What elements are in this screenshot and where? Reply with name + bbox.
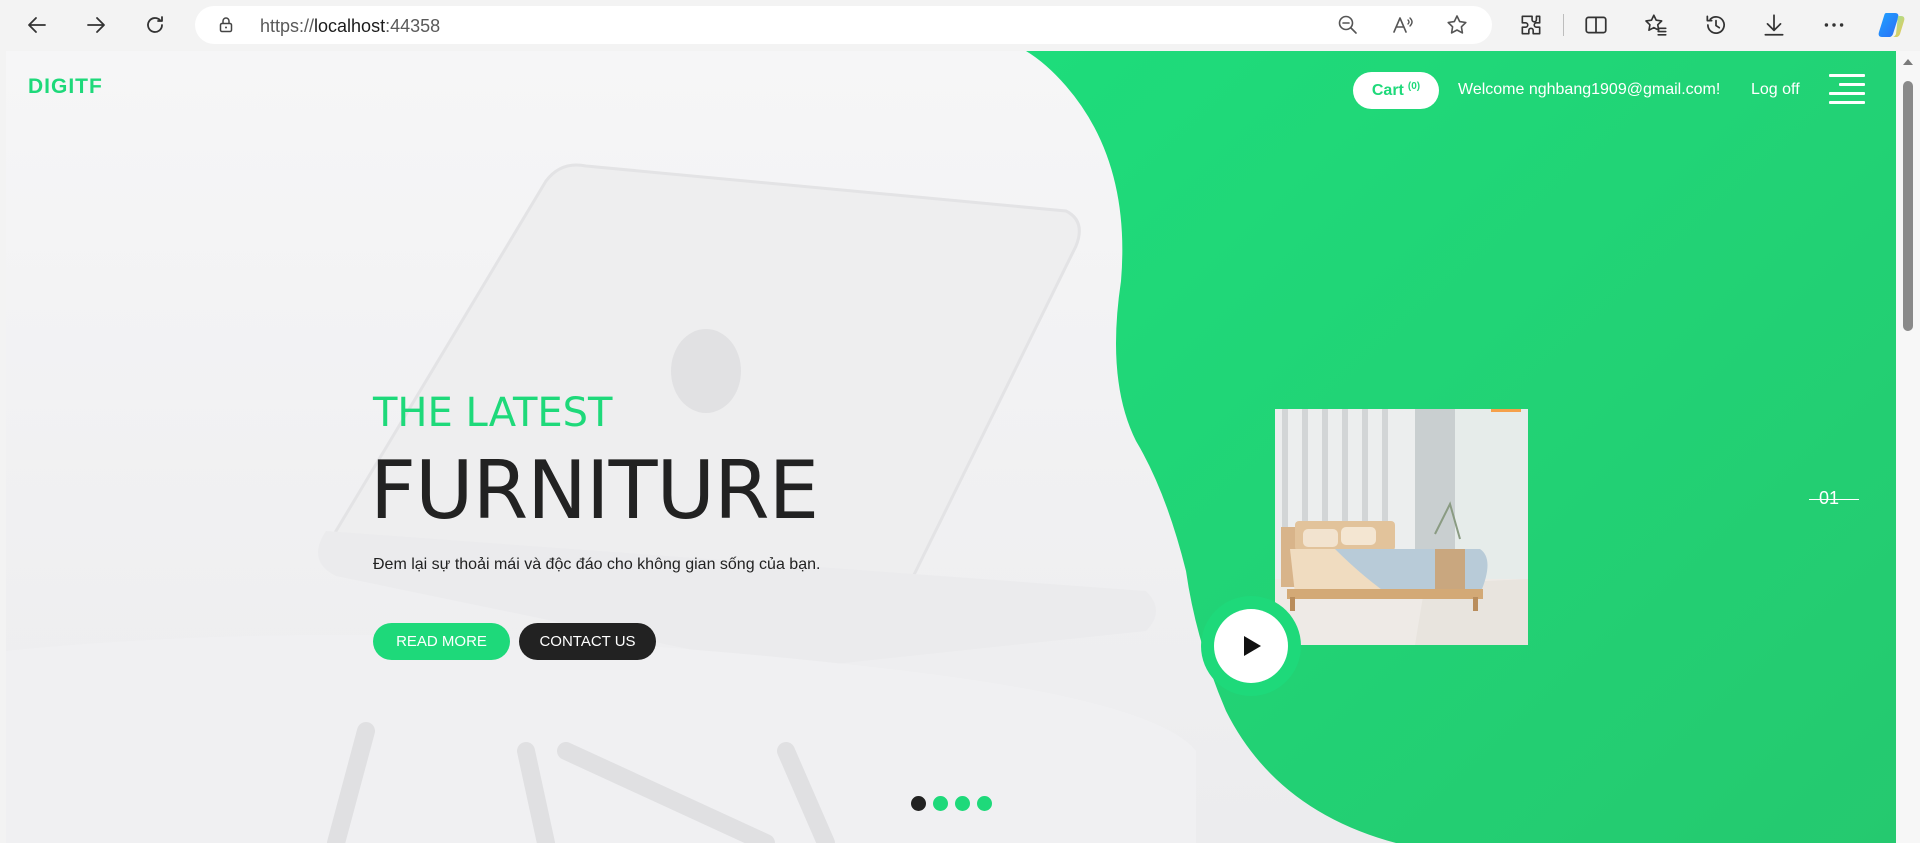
scrollbar-thumb[interactable] [1903, 81, 1913, 331]
cart-count: (0) [1407, 81, 1421, 92]
cart-button[interactable]: Cart (0) [1353, 72, 1439, 109]
welcome-user-link[interactable]: Welcome nghbang1909@gmail.com! [1458, 81, 1720, 99]
hero-title: FURNITURE [370, 444, 819, 537]
slide-number: 01 [1809, 488, 1859, 509]
cart-label: Cart [1371, 81, 1404, 99]
downloads-icon[interactable] [1761, 12, 1787, 38]
extensions-icon[interactable] [1518, 12, 1544, 38]
back-icon[interactable] [19, 8, 55, 42]
carousel-indicators [911, 796, 992, 811]
product-bed-image[interactable] [1275, 409, 1528, 645]
read-more-button[interactable]: READ MORE [373, 623, 510, 660]
more-options-icon[interactable] [1821, 12, 1847, 38]
carousel-dot[interactable] [977, 796, 992, 811]
refresh-icon[interactable] [137, 8, 173, 42]
slide-number-text: 01 [1819, 488, 1840, 508]
copilot-icon[interactable] [1876, 9, 1908, 41]
play-video-button[interactable] [1214, 609, 1288, 683]
carousel-dot[interactable] [933, 796, 948, 811]
favorite-star-icon[interactable] [1445, 13, 1469, 37]
lock-icon[interactable] [217, 16, 235, 34]
play-video-wrapper [1201, 596, 1301, 696]
toolbar-separator [1563, 14, 1564, 36]
hero-background [6, 51, 1896, 843]
url-text[interactable]: https://localhost:44358 [260, 16, 440, 37]
hero-tagline: Đem lại sự thoải mái và độc đáo cho khôn… [373, 556, 821, 573]
logoff-link[interactable]: Log off [1751, 81, 1800, 99]
read-aloud-icon[interactable] [1391, 13, 1415, 37]
forward-icon[interactable] [78, 8, 114, 42]
scroll-up-arrow-icon[interactable] [1903, 59, 1913, 65]
hero-subtitle: THE LATEST [373, 390, 613, 436]
favorites-icon[interactable] [1643, 12, 1669, 38]
carousel-dot[interactable] [911, 796, 926, 811]
contact-us-button[interactable]: CONTACT US [519, 623, 656, 660]
address-bar[interactable]: https://localhost:44358 [195, 6, 1492, 44]
play-icon [1244, 636, 1261, 656]
site-logo[interactable]: DIGITF [28, 75, 103, 99]
page-scrollbar[interactable] [1896, 51, 1920, 843]
browser-toolbar: https://localhost:44358 [0, 0, 1920, 51]
hamburger-menu-icon[interactable] [1829, 74, 1865, 104]
split-screen-icon[interactable] [1583, 12, 1609, 38]
page-viewport: DIGITF Cart (0) Welcome nghbang1909@gmail… [6, 51, 1896, 843]
zoom-out-icon[interactable] [1336, 13, 1360, 37]
history-icon[interactable] [1703, 12, 1729, 38]
carousel-dot[interactable] [955, 796, 970, 811]
